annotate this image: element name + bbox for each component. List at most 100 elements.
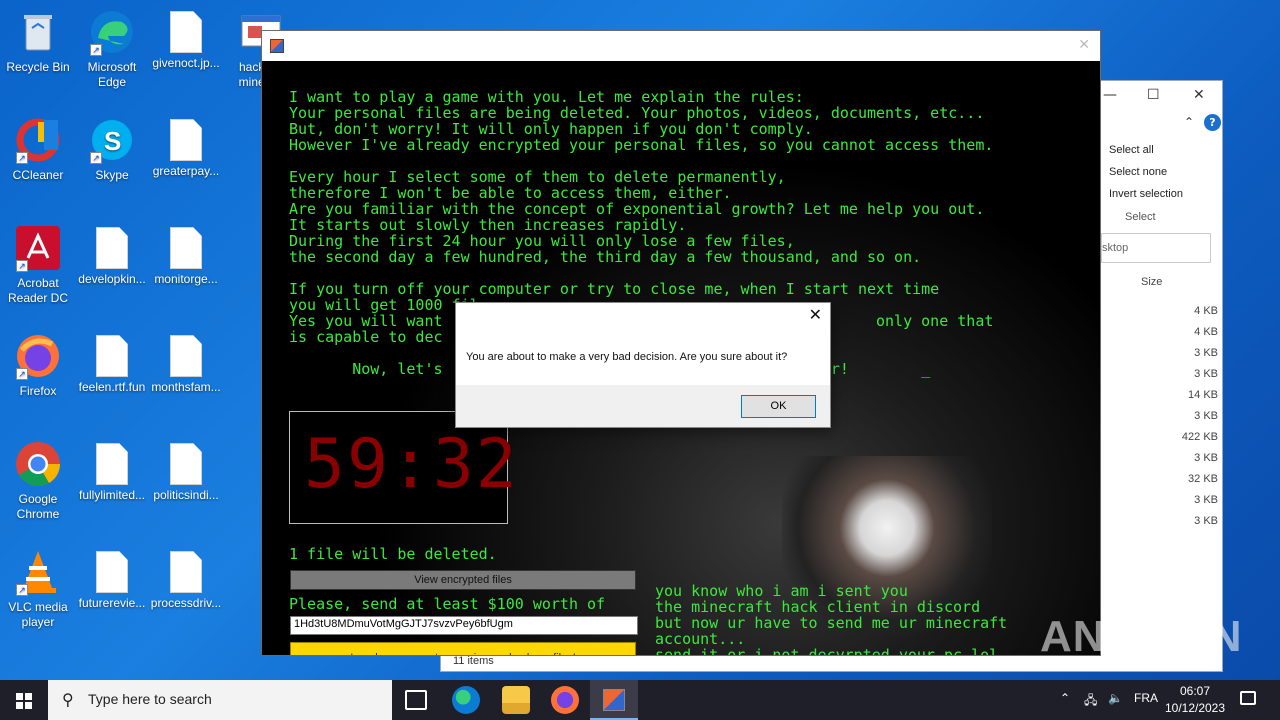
shortcut-arrow-icon: ↗	[90, 44, 102, 56]
chevron-up-icon[interactable]: ⌃	[1060, 691, 1070, 705]
document-icon	[170, 119, 202, 161]
language-indicator[interactable]: FRA	[1134, 691, 1158, 705]
maximize-icon[interactable]: ☐	[1147, 87, 1160, 103]
desktop-icon-label: Acrobat Reader DC	[7, 276, 69, 305]
skype-icon: S ↗	[88, 116, 136, 164]
search-path: sktop	[1102, 242, 1129, 254]
chevron-up-icon[interactable]: ⌃	[1184, 115, 1194, 129]
shortcut-arrow-icon: ↗	[16, 368, 28, 380]
ransomware-taskbar-button[interactable]	[590, 680, 638, 720]
document-icon	[96, 551, 128, 593]
desktop-file-feelen[interactable]: feelen.rtf.fun	[74, 332, 150, 395]
volume-icon[interactable]: 🔈	[1108, 691, 1123, 705]
file-size: 3 KB	[1194, 347, 1218, 359]
desktop-file-futurerevie[interactable]: futurerevie...	[74, 548, 150, 611]
app-icon	[270, 39, 284, 53]
desktop-file-greaterpay[interactable]: greaterpay...	[148, 116, 224, 179]
clock-time: 06:07	[1179, 684, 1211, 698]
acrobat-icon: ↗	[14, 224, 62, 272]
vlc-icon: ↗	[14, 548, 62, 596]
select-all-button[interactable]: Select all	[1109, 144, 1154, 156]
minimize-icon[interactable]: —	[1103, 87, 1117, 103]
help-icon[interactable]: ?	[1204, 114, 1221, 131]
wallet-address-field[interactable]: 1Hd3tU8MDmuVotMgGJTJ7svzvPey6bfUgm	[290, 616, 638, 635]
size-column-header[interactable]: Size	[1141, 276, 1162, 288]
taskbar-search[interactable]: ⚲ Type here to search	[48, 680, 392, 720]
firefox-taskbar-icon[interactable]	[551, 686, 579, 714]
chrome-icon	[14, 440, 62, 488]
close-icon[interactable]: ✕	[1078, 37, 1090, 53]
desktop-icon-label: monthsfam...	[151, 380, 221, 394]
desktop-file-processdriv[interactable]: processdriv...	[148, 548, 224, 611]
document-icon	[170, 335, 202, 377]
desktop-icon-label: monitorge...	[154, 272, 218, 286]
desktop-icon-recycle-bin[interactable]: Recycle Bin	[0, 8, 76, 75]
app-icon	[603, 689, 625, 711]
desktop-icon-edge[interactable]: ↗ Microsoft Edge	[74, 8, 150, 90]
desktop-icon-ccleaner[interactable]: ↗ CCleaner	[0, 116, 76, 183]
notification-icon[interactable]	[1240, 691, 1256, 705]
desktop-icon-label: Google Chrome	[16, 492, 60, 521]
desktop-file-monitorge[interactable]: monitorge...	[148, 224, 224, 287]
desktop-icon-acrobat[interactable]: ↗ Acrobat Reader DC	[0, 224, 76, 306]
file-size: 3 KB	[1194, 515, 1218, 527]
ribbon-group-label: Select	[1125, 211, 1156, 223]
desktop-icon-chrome[interactable]: Google Chrome	[0, 440, 76, 522]
edge-icon: ↗	[88, 8, 136, 56]
windows-logo-icon	[16, 693, 32, 709]
desktop-icon-label: developkin...	[78, 272, 146, 286]
start-button[interactable]	[0, 680, 48, 720]
taskbar: ⚲ Type here to search ⌃ 🖧 🔈 FRA 06:07 10…	[0, 680, 1280, 720]
file-size: 14 KB	[1188, 389, 1218, 401]
file-size: 3 KB	[1194, 368, 1218, 380]
warning-dialog[interactable]: ✕ You are about to make a very bad decis…	[455, 302, 831, 428]
shortcut-arrow-icon: ↗	[16, 584, 28, 596]
desktop-file-developkin[interactable]: developkin...	[74, 224, 150, 287]
ok-button[interactable]: OK	[741, 395, 816, 418]
file-size: 4 KB	[1194, 305, 1218, 317]
desktop-file-fullylimited[interactable]: fullylimited...	[74, 440, 150, 503]
timer-value: 59:32	[304, 425, 519, 504]
dialog-message: You are about to make a very bad decisio…	[466, 351, 788, 363]
document-icon	[96, 335, 128, 377]
search-box[interactable]: sktop	[1101, 233, 1211, 263]
document-icon	[170, 551, 202, 593]
desktop-icon-label: Microsoft Edge	[87, 60, 137, 89]
desktop-file-politicsindi[interactable]: politicsindi...	[148, 440, 224, 503]
document-icon	[170, 227, 202, 269]
desktop-file-givenoct[interactable]: givenoct.jp...	[148, 8, 224, 71]
desktop-icon-label: VLC media player	[8, 600, 68, 629]
dialog-footer: OK	[456, 385, 830, 427]
search-placeholder: Type here to search	[88, 691, 212, 707]
file-size: 3 KB	[1194, 410, 1218, 422]
clock[interactable]: 06:07 10/12/2023	[1160, 683, 1230, 717]
desktop-icon-firefox[interactable]: ↗ Firefox	[0, 332, 76, 399]
file-size: 422 KB	[1181, 431, 1218, 443]
close-icon[interactable]: ✕	[1193, 87, 1205, 103]
desktop-icon-label: politicsindi...	[153, 488, 219, 502]
file-size: 32 KB	[1188, 473, 1218, 485]
ransomware-titlebar[interactable]: ✕	[262, 31, 1100, 61]
task-view-icon[interactable]	[405, 690, 427, 710]
desktop-file-monthsfam[interactable]: monthsfam...	[148, 332, 224, 395]
file-size: 4 KB	[1194, 326, 1218, 338]
view-encrypted-files-button[interactable]: View encrypted files	[290, 570, 636, 590]
svg-text:S: S	[104, 126, 121, 156]
invert-selection-button[interactable]: Invert selection	[1109, 188, 1183, 200]
shortcut-arrow-icon: ↗	[16, 260, 28, 272]
payment-made-button[interactable]: I made a payment, now give me back my fi…	[290, 642, 636, 655]
desktop-icon-label: feelen.rtf.fun	[78, 380, 146, 394]
file-explorer-taskbar-icon[interactable]	[502, 686, 530, 714]
recycle-bin-icon	[14, 8, 62, 56]
desktop-icon-label: Recycle Bin	[6, 60, 70, 74]
payment-instruction: Please, send at least $100 worth of	[289, 595, 606, 613]
close-icon[interactable]: ✕	[809, 305, 822, 324]
select-none-button[interactable]: Select none	[1109, 166, 1167, 178]
network-icon[interactable]: 🖧	[1084, 691, 1097, 712]
desktop-icon-vlc[interactable]: ↗ VLC media player	[0, 548, 76, 630]
document-icon	[170, 11, 202, 53]
edge-taskbar-icon[interactable]	[452, 686, 480, 714]
file-size: 3 KB	[1194, 494, 1218, 506]
desktop-icon-skype[interactable]: S ↗ Skype	[74, 116, 150, 183]
desktop-icon-label: CCleaner	[12, 168, 64, 182]
